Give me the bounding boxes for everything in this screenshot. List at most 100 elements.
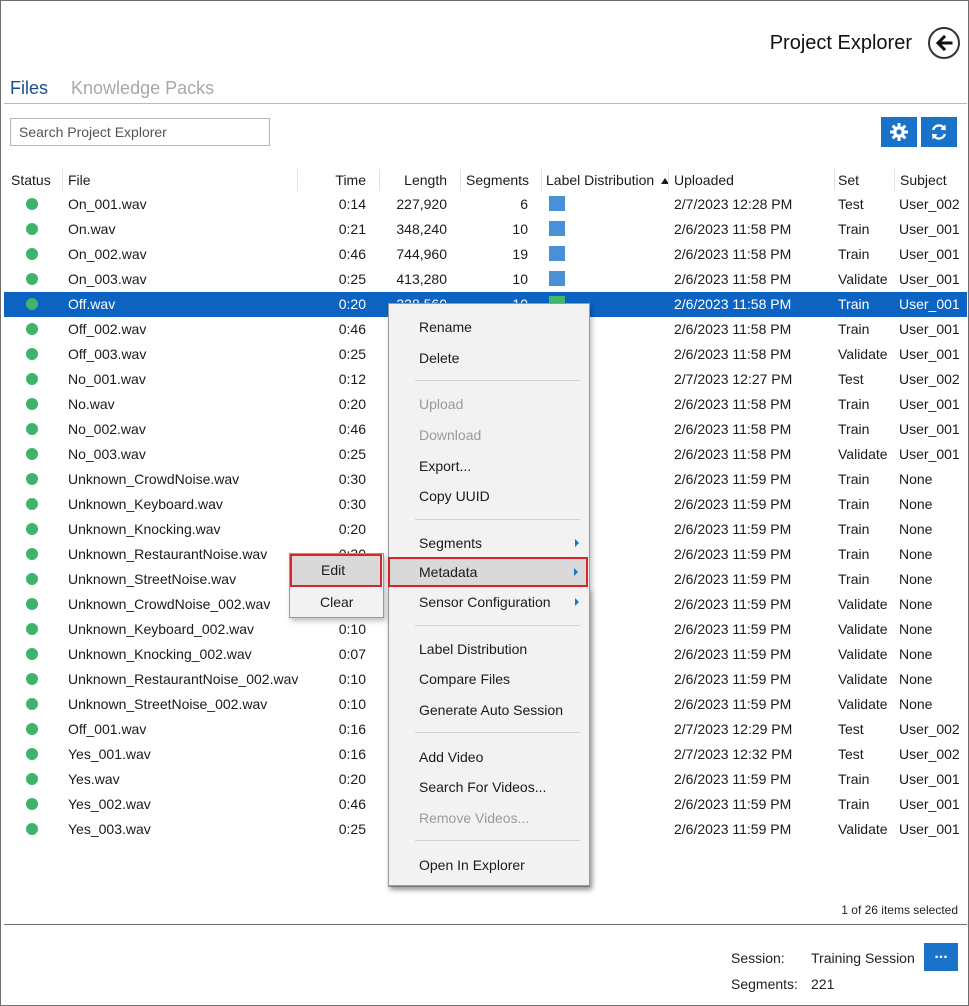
cell-segments: 10 [512,221,528,237]
cell-subject: None [899,496,933,512]
settings-button[interactable] [881,117,917,147]
cell-subject: User_002 [899,371,960,387]
menu-item-download[interactable]: Download [419,427,481,443]
column-separator[interactable] [460,169,461,191]
cell-set: Train [838,396,870,412]
menu-item-generate-auto-session[interactable]: Generate Auto Session [419,702,563,718]
menu-separator [415,519,580,520]
session-options-button[interactable]: ... [924,943,958,971]
table-row[interactable]: On_001.wav 0:14 227,920 6 2/7/2023 12:28 PM T… [4,192,967,217]
cell-file: Unknown_Knocking_002.wav [68,646,252,662]
column-separator[interactable] [668,169,669,191]
column-header-length[interactable]: Length [382,169,447,191]
cell-length: 744,960 [396,246,447,262]
tab-knowledge-packs[interactable]: Knowledge Packs [71,78,214,99]
column-header-label-distribution[interactable]: Label Distribution [546,169,670,191]
cell-subject: User_002 [899,196,960,212]
column-header-set[interactable]: Set [838,169,859,191]
cell-uploaded: 2/6/2023 11:59 PM [674,471,792,487]
cell-file: No_003.wav [68,446,146,462]
cell-time: 0:25 [338,271,366,287]
label-distribution-swatch [549,221,565,236]
menu-separator [415,732,580,733]
menu-item-search-for-videos[interactable]: Search For Videos... [419,779,546,795]
menu-item-rename[interactable]: Rename [419,319,472,335]
menu-item-metadata[interactable]: Metadata [388,557,588,587]
column-separator[interactable] [894,169,895,191]
menu-item-sensor-configuration[interactable]: Sensor Configuration [419,594,551,610]
cell-time: 0:30 [338,471,366,487]
tab-bar: Files Knowledge Packs [10,78,232,99]
menu-item-compare-files[interactable]: Compare Files [419,671,510,687]
menu-separator [415,840,580,841]
menu-item-open-in-explorer[interactable]: Open In Explorer [419,857,525,873]
tab-files[interactable]: Files [10,78,48,99]
cell-length: 413,280 [396,271,447,287]
column-header-time[interactable]: Time [302,169,366,191]
page-title: Project Explorer [769,32,912,54]
status-dot-icon [26,673,38,685]
menu-item-label-distribution[interactable]: Label Distribution [419,641,527,657]
menu-item-copy-uuid[interactable]: Copy UUID [419,488,490,504]
cell-segments: 6 [520,196,528,212]
column-header-status[interactable]: Status [11,169,51,191]
menu-item-add-video[interactable]: Add Video [419,749,483,765]
column-header-file[interactable]: File [68,169,91,191]
column-separator[interactable] [62,169,63,191]
cell-length: 348,240 [396,221,447,237]
cell-file: Off_003.wav [68,346,147,362]
cell-time: 0:46 [338,796,366,812]
back-button[interactable] [928,27,960,59]
cell-uploaded: 2/6/2023 11:58 PM [674,271,792,287]
status-dot-icon [26,423,38,435]
cell-segments: 19 [512,246,528,262]
search-input[interactable] [10,118,270,146]
cell-uploaded: 2/6/2023 11:58 PM [674,321,792,337]
menu-separator [415,380,580,381]
menu-item-remove-videos[interactable]: Remove Videos... [419,810,529,826]
cell-uploaded: 2/6/2023 11:59 PM [674,571,792,587]
cell-set: Train [838,421,870,437]
cell-time: 0:20 [338,521,366,537]
cell-set: Train [838,221,870,237]
menu-item-export[interactable]: Export... [419,458,471,474]
cell-time: 0:25 [338,346,366,362]
submenu-arrow-icon [575,598,579,606]
table-row[interactable]: On.wav 0:21 348,240 10 2/6/2023 11:58 PM Trai… [4,217,967,242]
cell-subject: User_001 [899,796,960,812]
table-row[interactable]: On_002.wav 0:46 744,960 19 2/6/2023 11:58 PM… [4,242,967,267]
status-dot-icon [26,248,38,260]
cell-set: Validate [838,271,888,287]
menu-item-segments[interactable]: Segments [419,535,482,551]
submenu-item-clear[interactable]: Clear [320,594,353,610]
refresh-button[interactable] [921,117,957,147]
status-dot-icon [26,523,38,535]
cell-set: Train [838,571,870,587]
gear-icon [890,123,908,141]
column-header-uploaded[interactable]: Uploaded [674,169,734,191]
menu-item-delete[interactable]: Delete [419,350,459,366]
session-label: Session: [731,950,785,966]
column-separator[interactable] [297,169,298,191]
status-dot-icon [26,448,38,460]
column-separator[interactable] [834,169,835,191]
status-dot-icon [26,723,38,735]
cell-time: 0:46 [338,246,366,262]
cell-time: 0:10 [338,671,366,687]
status-dot-icon [26,198,38,210]
column-separator[interactable] [541,169,542,191]
table-row[interactable]: On_003.wav 0:25 413,280 10 2/6/2023 11:58 PM… [4,267,967,292]
cell-file: On_003.wav [68,271,147,287]
segments-value: 221 [811,976,835,992]
menu-item-upload[interactable]: Upload [419,396,463,412]
cell-file: Unknown_Keyboard.wav [68,496,223,512]
footer-divider [4,924,967,925]
cell-file: Unknown_CrowdNoise_002.wav [68,596,271,612]
cell-subject: None [899,546,933,562]
session-value: Training Session [811,950,915,966]
column-header-segments[interactable]: Segments [466,169,529,191]
submenu-item-edit[interactable]: Edit [290,554,382,587]
column-header-subject[interactable]: Subject [900,169,947,191]
column-separator[interactable] [379,169,380,191]
status-dot-icon [26,773,38,785]
